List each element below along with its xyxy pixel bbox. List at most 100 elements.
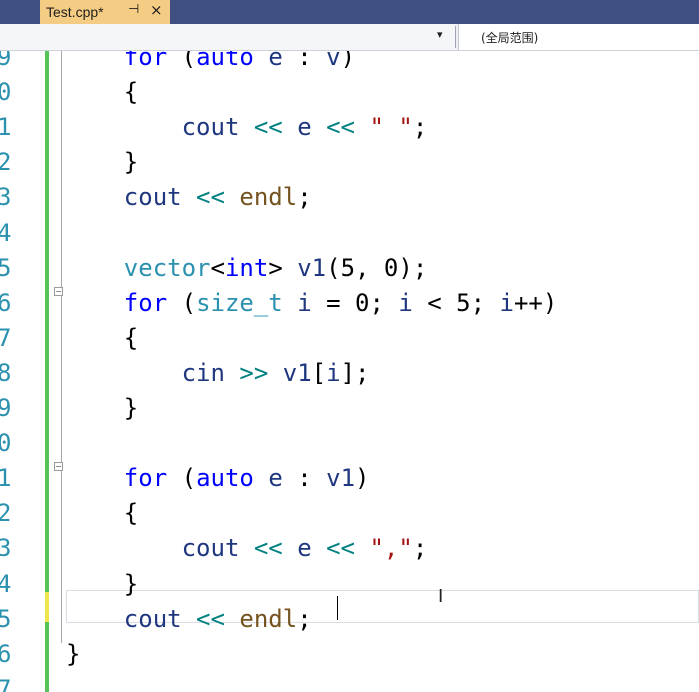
code-line[interactable]: 7 { [0, 320, 699, 355]
code-token: ) [340, 51, 356, 71]
code-token: int [224, 253, 269, 282]
code-token: ; [412, 113, 428, 142]
code-token: auto [196, 51, 254, 71]
collapse-minus-icon[interactable]: − [54, 287, 63, 296]
code-line[interactable]: 9 for (auto e : v) [0, 51, 699, 74]
code-token: : [282, 51, 327, 71]
code-token: " " [369, 113, 413, 142]
code-line[interactable]: 9 } [0, 390, 699, 425]
code-line[interactable]: 8 cin >> v1[i]; [0, 355, 699, 390]
close-icon[interactable]: × [150, 1, 163, 19]
collapse-minus-icon[interactable]: − [54, 462, 63, 471]
line-number: 6 [0, 288, 12, 317]
chevron-down-icon[interactable]: ▾ [437, 28, 443, 41]
code-line[interactable]: 2 { [0, 495, 699, 530]
code-text: vector<int> v1(5, 0); [66, 254, 427, 282]
scope-dropdown[interactable]: (全局范围) [458, 24, 699, 50]
code-token: cin [181, 358, 225, 387]
code-token: ++) [513, 288, 558, 317]
code-token: size_t [196, 288, 283, 317]
code-token: e [268, 51, 283, 71]
code-line[interactable]: 6 for (size_t i = 0; i < 5; i++) [0, 285, 699, 320]
pin-icon[interactable]: ⊣ [128, 2, 139, 17]
code-token: for [123, 288, 168, 317]
code-text: for (size_t i = 0; i < 5; i++) [66, 288, 558, 317]
project-dropdown[interactable]: ▾ [0, 24, 455, 50]
code-token: e [268, 464, 283, 493]
code-text: cin >> v1[i]; [66, 358, 370, 387]
line-number: 7 [0, 674, 12, 692]
code-text: { [66, 78, 138, 106]
tab-test-cpp[interactable]: Test.cpp* ⊣ × [40, 0, 170, 24]
line-number: 5 [0, 604, 12, 633]
code-text: { [66, 324, 138, 352]
code-token: cout [123, 604, 182, 633]
code-token: for [123, 464, 168, 493]
code-token: cout [181, 534, 240, 563]
code-line[interactable]: 4 } [0, 566, 699, 601]
line-number: 9 [0, 394, 12, 422]
code-token: ( [167, 288, 197, 317]
code-line[interactable]: 0 [0, 425, 699, 460]
code-token: < 5; [412, 288, 500, 317]
tab-title: Test.cpp* [46, 4, 104, 20]
code-line[interactable]: 1 cout << e << " "; [0, 109, 699, 144]
code-line[interactable]: 3 cout << e << ","; [0, 530, 699, 565]
code-text: } [66, 148, 138, 176]
code-token: ; [297, 183, 312, 212]
line-number: 5 [0, 253, 12, 282]
code-line[interactable]: 2 } [0, 144, 699, 179]
line-number: 1 [0, 464, 12, 493]
code-token: { [66, 323, 139, 352]
code-token: { [66, 78, 139, 107]
code-line[interactable]: 3 cout << endl; [0, 179, 699, 214]
code-line[interactable]: 5 cout << endl; [0, 601, 699, 636]
code-token: } [66, 394, 139, 422]
code-token: << [196, 183, 225, 212]
line-number: 0 [0, 78, 12, 107]
code-token: << [196, 604, 225, 633]
code-text: cout << endl; [66, 183, 312, 211]
code-text: } [66, 394, 138, 422]
code-token: i [398, 288, 413, 317]
code-token: << [326, 113, 356, 142]
code-line[interactable]: 4 [0, 215, 699, 250]
code-token: i [499, 288, 514, 317]
code-token: ( [167, 51, 197, 71]
code-token: "," [369, 534, 413, 563]
code-token: endl [239, 183, 298, 212]
code-line[interactable]: 5 vector<int> v1(5, 0); [0, 250, 699, 285]
text-cursor-icon: I [438, 586, 444, 607]
code-text: { [66, 499, 138, 527]
code-text: for (auto e : v1) [66, 464, 370, 493]
code-text: cout << e << " "; [66, 113, 428, 142]
code-editor[interactable]: 9 for (auto e : v) 0 {1 cout << e << " ";… [0, 51, 699, 692]
code-line[interactable]: 1 for (auto e : v1) [0, 460, 699, 495]
code-line[interactable]: 7 [0, 671, 699, 692]
code-text: } [66, 640, 80, 668]
code-token: << [253, 534, 283, 563]
code-token: ( [167, 464, 197, 493]
code-token: << [326, 534, 356, 563]
code-text: cout << e << ","; [66, 534, 428, 563]
line-number: 1 [0, 113, 12, 142]
code-line[interactable]: 0 { [0, 74, 699, 109]
line-number: 8 [0, 358, 12, 387]
code-text: for (auto e : v) [66, 51, 355, 71]
code-line[interactable]: 6} [0, 636, 699, 671]
line-number: 0 [0, 429, 12, 458]
line-number: 4 [0, 569, 12, 598]
code-token: < [210, 253, 225, 282]
